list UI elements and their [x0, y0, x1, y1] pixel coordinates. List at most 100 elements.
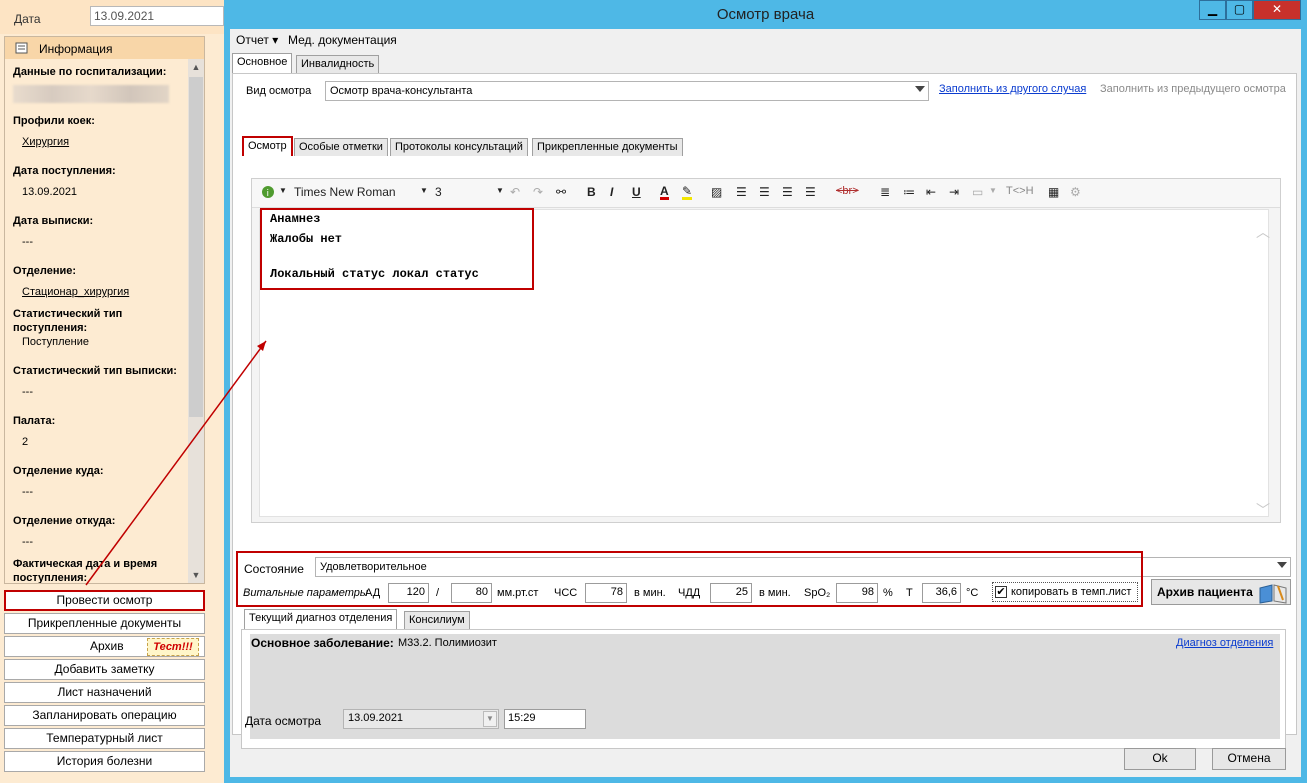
ward-label: Палата:	[13, 415, 56, 427]
font-name-select[interactable]: Times New Roman	[294, 185, 396, 199]
paste-dropdown-icon[interactable]: ▼	[989, 186, 997, 195]
outdent-icon[interactable]: ⇤	[926, 185, 936, 199]
bold-icon[interactable]: B	[587, 185, 596, 199]
tab-attached-docs[interactable]: Прикрепленные документы	[532, 138, 683, 156]
spo2-input[interactable]: 98	[836, 583, 878, 603]
dept-to-label: Отделение куда:	[13, 465, 104, 477]
unordered-list-icon[interactable]: ≔	[903, 185, 915, 199]
align-justify-icon[interactable]: ☰	[805, 185, 816, 199]
date-input[interactable]: 13.09.2021	[90, 6, 224, 26]
diagnosis-pane: Основное заболевание: M33.2. Полимиозит …	[241, 629, 1286, 749]
indent-icon[interactable]: ⇥	[949, 185, 959, 199]
state-select[interactable]: Удовлетворительное	[315, 557, 1291, 577]
exam-date-input[interactable]: 13.09.2021 ▼	[343, 709, 499, 729]
actual-admission-label: Фактическая дата и время поступления:	[13, 558, 158, 584]
redo-icon[interactable]: ↷	[533, 185, 543, 199]
vitals-label: Витальные параметры	[243, 587, 368, 599]
doctor-exam-dialog: Осмотр врача ▁ ▢ ✕ Отчет ▾ Мед. документ…	[224, 0, 1307, 783]
chss-input[interactable]: 78	[585, 583, 627, 603]
bed-profile-label: Профили коек:	[13, 115, 95, 127]
image-icon[interactable]: ▨	[711, 185, 722, 199]
chevron-down-icon	[915, 86, 925, 92]
line-break-button[interactable]: <br>	[836, 185, 859, 197]
exam-time-input[interactable]: 15:29	[504, 709, 586, 729]
copy-to-temp-sheet-checkbox[interactable]: ✔ копировать в темп.лист	[992, 582, 1138, 602]
tab-main[interactable]: Основное	[232, 53, 293, 73]
highlight-icon[interactable]: ✎	[682, 185, 693, 200]
tab-consult-protocols[interactable]: Протоколы консультаций	[390, 138, 528, 156]
binoculars-icon[interactable]: ⚯	[556, 185, 566, 199]
patient-archive-button[interactable]: Архив пациента	[1151, 579, 1291, 605]
chdd-input[interactable]: 25	[710, 583, 752, 603]
italic-icon[interactable]: I	[610, 185, 613, 199]
scroll-thumb[interactable]	[189, 77, 203, 417]
editor-scroll-down-icon[interactable]: ﹀	[1256, 500, 1270, 520]
prescription-list-button[interactable]: Лист назначений	[4, 682, 205, 703]
spo2-unit: %	[883, 587, 893, 599]
tag-toggle-button[interactable]: T<>H	[1006, 185, 1034, 197]
discharge-date-label: Дата выписки:	[13, 215, 94, 227]
temperature-sheet-button[interactable]: Температурный лист	[4, 728, 205, 749]
scroll-down-icon[interactable]: ▼	[188, 567, 204, 583]
underline-icon[interactable]: U	[632, 185, 641, 199]
temperature-input[interactable]: 36,6	[922, 583, 961, 603]
scroll-up-icon[interactable]: ▲	[188, 59, 204, 75]
font-dropdown-icon[interactable]: ▼	[420, 186, 428, 195]
tab-exam[interactable]: Осмотр	[242, 136, 293, 156]
close-button[interactable]: ✕	[1253, 0, 1301, 20]
chdd-label: ЧДД	[678, 587, 701, 599]
attached-docs-button[interactable]: Прикрепленные документы	[4, 613, 205, 634]
info-panel: Информация Данные по госпитализации: Про…	[4, 36, 205, 584]
state-label: Состояние	[244, 562, 304, 576]
tab-current-diagnosis[interactable]: Текущий диагноз отделения	[244, 609, 398, 629]
plan-operation-button[interactable]: Запланировать операцию	[4, 705, 205, 726]
paste-icon[interactable]: ▭	[972, 185, 983, 199]
info-dropdown-icon[interactable]: ▼	[279, 186, 287, 195]
ad-diastolic-input[interactable]: 80	[451, 583, 492, 603]
menu-report[interactable]: Отчет ▾	[236, 33, 278, 47]
cancel-button[interactable]: Отмена	[1212, 748, 1286, 770]
info-header[interactable]: Информация	[5, 37, 204, 59]
editor-content-area[interactable]: Анамнез Жалобы нет Локальный статус лока…	[259, 208, 1270, 520]
align-center-icon[interactable]: ☰	[759, 185, 770, 199]
ok-button[interactable]: Ok	[1124, 748, 1196, 770]
stat-admission-type-label: Статистический тип поступления:	[13, 308, 123, 334]
align-right-icon[interactable]: ☰	[782, 185, 793, 199]
bed-profile-link[interactable]: Хирургия	[22, 136, 69, 148]
info-scrollbar[interactable]: ▲ ▼	[188, 59, 204, 583]
minimize-button[interactable]: ▁	[1199, 0, 1226, 20]
font-color-icon[interactable]: A	[660, 185, 669, 200]
minimize-icon: ▁	[1207, 2, 1218, 16]
exam-type-select[interactable]: Осмотр врача-консультанта	[325, 81, 929, 101]
editor-toolbar: i ▼ Times New Roman ▼ 3 ▼ ↶ ↷ ⚯ B I U A …	[252, 179, 1280, 208]
fill-from-case-link[interactable]: Заполнить из другого случая	[939, 83, 1086, 95]
tab-special-marks[interactable]: Особые отметки	[294, 138, 388, 156]
maximize-button[interactable]: ▢	[1226, 0, 1253, 20]
ordered-list-icon[interactable]: ≣	[880, 185, 890, 199]
calendar-dropdown-icon[interactable]: ▼	[483, 711, 497, 727]
notepad-icon	[15, 42, 28, 54]
tab-council[interactable]: Консилиум	[404, 611, 470, 629]
department-diagnosis-link[interactable]: Диагноз отделения	[1176, 637, 1273, 649]
add-note-button[interactable]: Добавить заметку	[4, 659, 205, 680]
undo-icon[interactable]: ↶	[510, 185, 520, 199]
case-history-button[interactable]: История болезни	[4, 751, 205, 772]
size-dropdown-icon[interactable]: ▼	[496, 186, 504, 195]
conduct-exam-button[interactable]: Провести осмотр	[4, 590, 205, 611]
tab-disability[interactable]: Инвалидность	[296, 55, 380, 73]
test-badge: Тест!!!	[147, 638, 199, 656]
ward-value: 2	[22, 436, 29, 448]
editor-scroll-up-icon[interactable]: ︿	[1256, 222, 1270, 242]
clipboard-icon[interactable]: ▦	[1048, 185, 1059, 199]
stat-admission-type-value: Поступление	[22, 336, 90, 348]
settings-icon[interactable]: ⚙	[1070, 185, 1081, 199]
department-link[interactable]: Стационар_хирургия	[22, 286, 129, 298]
fill-from-prev-link[interactable]: Заполнить из предыдущего осмотра	[1100, 83, 1286, 95]
ad-systolic-input[interactable]: 120	[388, 583, 429, 603]
checkmark-icon: ✔	[995, 586, 1007, 598]
menu-med-docs[interactable]: Мед. документация	[288, 33, 397, 47]
info-circle-icon[interactable]: i	[261, 185, 275, 199]
font-size-select[interactable]: 3	[435, 185, 442, 199]
align-left-icon[interactable]: ☰	[736, 185, 747, 199]
hosp-data-label: Данные по госпитализации:	[13, 66, 167, 78]
